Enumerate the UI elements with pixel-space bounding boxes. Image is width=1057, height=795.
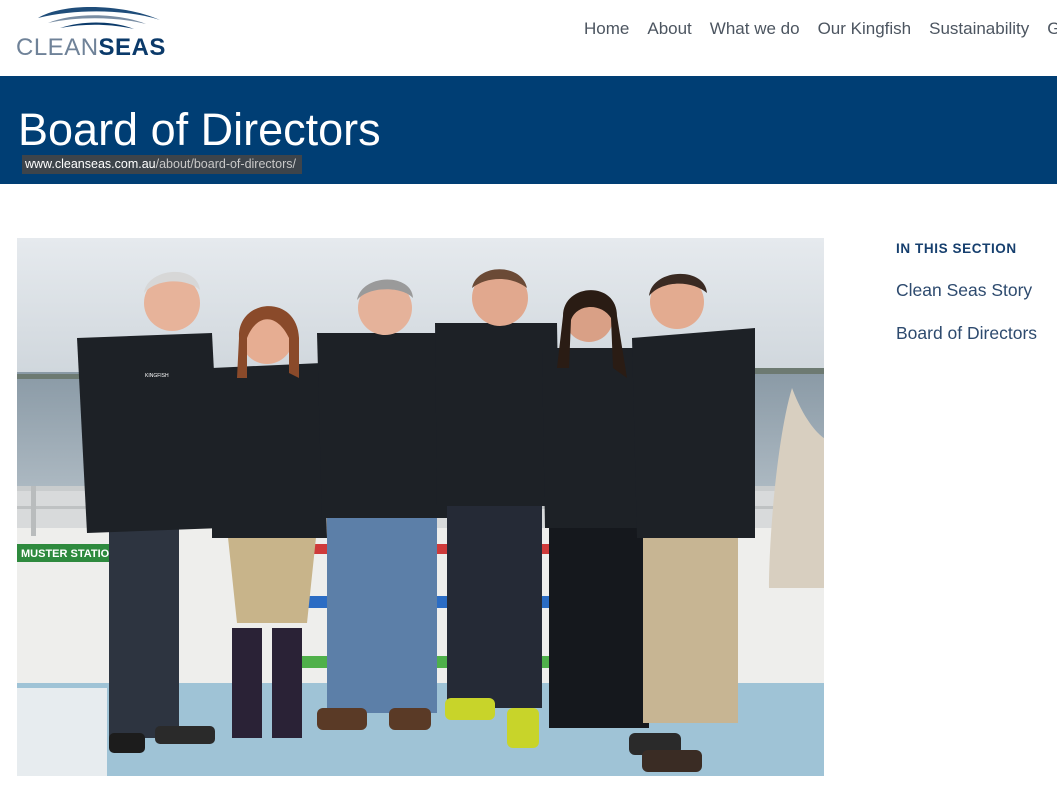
muster-sign-text: MUSTER STATION: [21, 548, 117, 560]
board-photo-illustration: MUSTER STATION KINGFISH: [17, 238, 824, 776]
page-banner: Board of Directors www.cleanseas.com.au/…: [0, 76, 1057, 184]
person-6: [629, 273, 755, 772]
sidebar-item: Clean Seas Story: [896, 278, 1057, 302]
jacket-print-line: KINGFISH: [145, 373, 169, 379]
nav-our-kingfish[interactable]: Our Kingfish: [818, 18, 912, 42]
nav-what-we-do[interactable]: What we do: [710, 18, 800, 42]
sidebar-heading: IN THIS SECTION: [896, 241, 1017, 256]
person-3: [317, 279, 449, 730]
wave-swoosh-icon: [38, 6, 160, 29]
sidebar-item: Board of Directors: [896, 321, 1057, 345]
url-path: /about/board-of-directors/: [155, 157, 296, 171]
page-title: Board of Directors: [18, 104, 381, 155]
main-nav: Home About What we do Our Kingfish Susta…: [584, 18, 1057, 42]
sidebar-links: Clean Seas Story Board of Directors: [896, 278, 1057, 345]
url-domain: www.cleanseas.com.au: [25, 157, 156, 171]
section-sidebar: IN THIS SECTION Clean Seas Story Board o…: [896, 240, 1057, 364]
nav-sustainability[interactable]: Sustainability: [929, 18, 1029, 42]
person-4: [435, 269, 560, 748]
sidebar-link-clean-seas-story[interactable]: Clean Seas Story: [896, 280, 1032, 300]
sidebar-link-board-of-directors[interactable]: Board of Directors: [896, 323, 1037, 343]
logo-word-seas: SEAS: [98, 34, 166, 61]
nav-home[interactable]: Home: [584, 18, 629, 42]
clean-seas-logo[interactable]: CLEANSEAS: [16, 4, 166, 64]
logo-word-clean: CLEAN: [16, 34, 99, 61]
nav-about[interactable]: About: [647, 18, 691, 42]
nav-truncated-item[interactable]: G: [1047, 18, 1057, 42]
logo-wordmark: CLEANSEAS: [16, 34, 166, 62]
site-header: CLEANSEAS Home About What we do Our King…: [0, 0, 1057, 76]
board-group-photo: MUSTER STATION KINGFISH: [17, 238, 824, 776]
url-tooltip: www.cleanseas.com.au/about/board-of-dire…: [22, 155, 302, 174]
